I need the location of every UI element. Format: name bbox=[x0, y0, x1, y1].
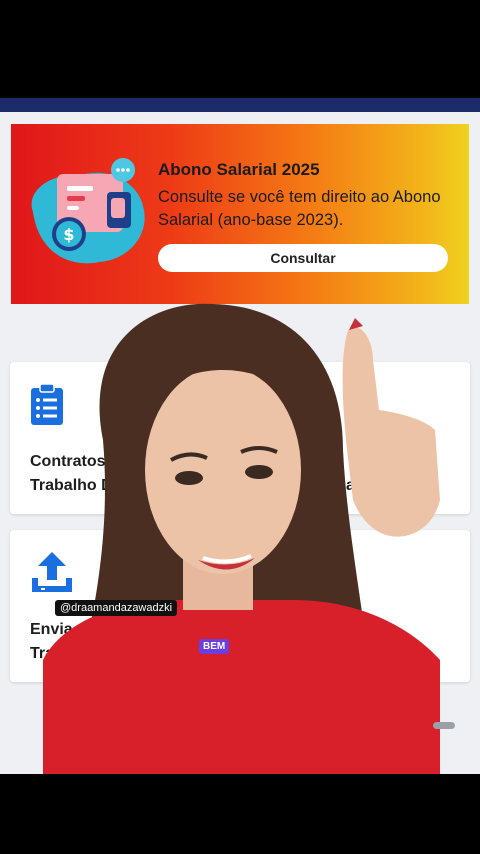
consultar-button[interactable]: Consultar bbox=[158, 244, 448, 272]
abono-salarial-banner[interactable]: $ Abono Salarial 2025 Consulte se você t… bbox=[11, 124, 469, 304]
video-top-letterbox bbox=[0, 0, 480, 98]
svg-text:$: $ bbox=[63, 225, 74, 244]
video-bottom-letterbox bbox=[0, 774, 480, 854]
banner-description: Consulte se você tem direito ao Abono Sa… bbox=[158, 188, 441, 229]
banner-title: Abono Salarial 2025 bbox=[158, 160, 320, 179]
subtitle-caption: BEM bbox=[199, 639, 230, 654]
app-top-bar bbox=[0, 98, 480, 112]
presenter-video-overlay bbox=[43, 303, 440, 854]
creator-handle-caption: @draamandazawadzki bbox=[55, 600, 178, 616]
wallet-money-illustration-icon: $ bbox=[31, 158, 145, 264]
page-indicator bbox=[433, 722, 455, 729]
